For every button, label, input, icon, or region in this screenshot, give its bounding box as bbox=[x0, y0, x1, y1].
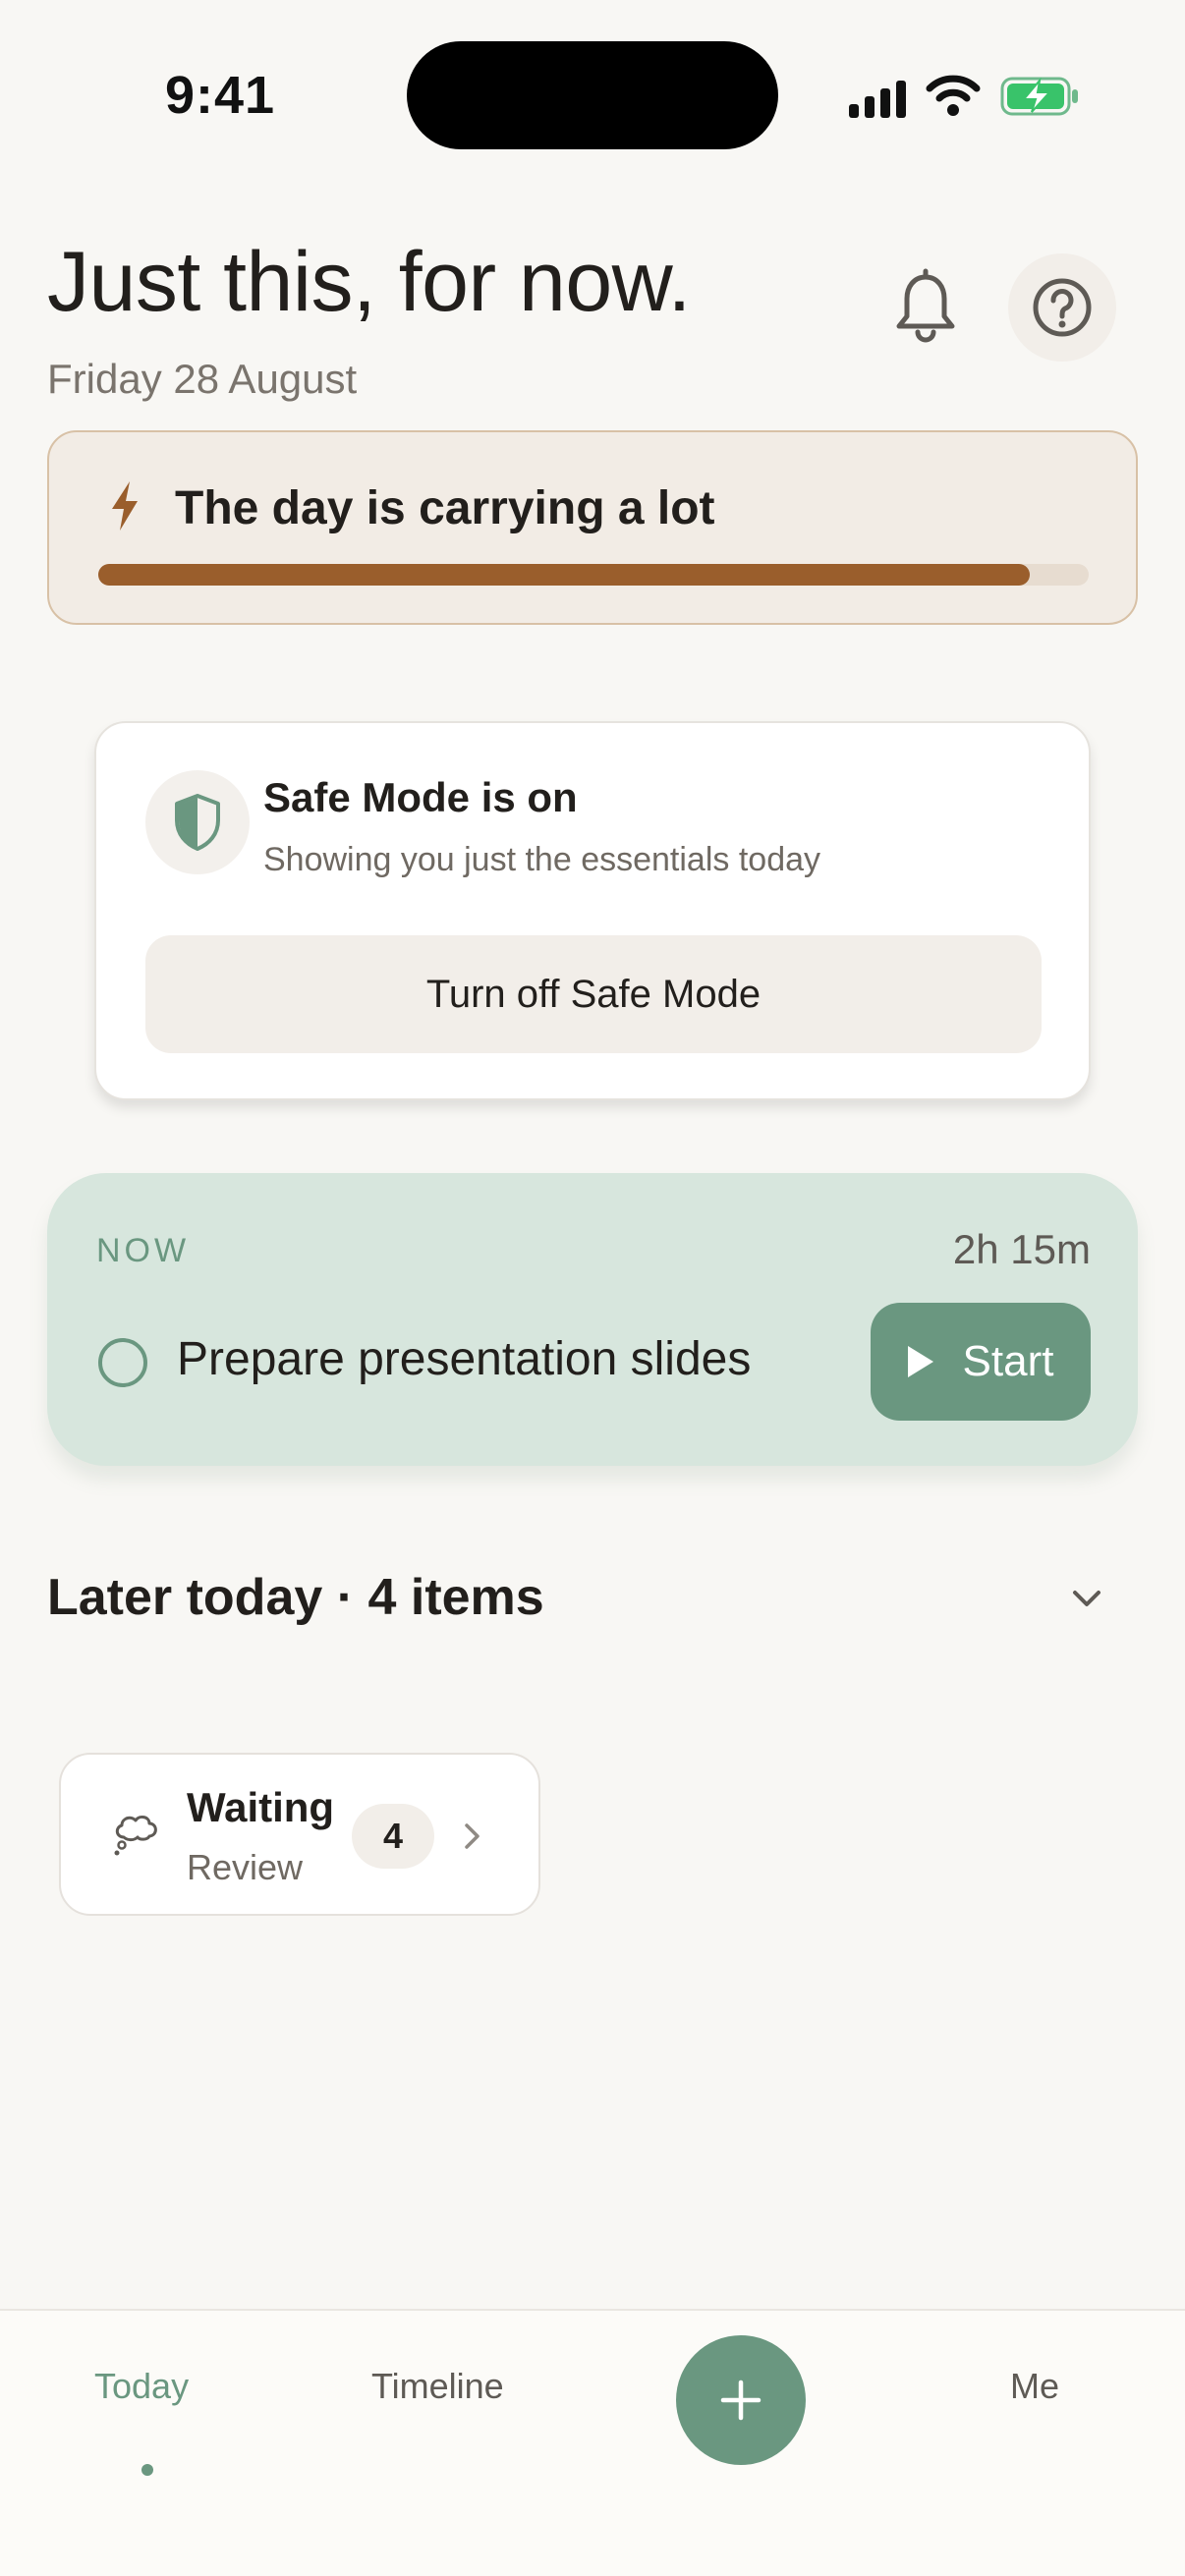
help-icon bbox=[1033, 278, 1092, 337]
date-label: Friday 28 August bbox=[47, 356, 358, 402]
shield-badge bbox=[145, 770, 250, 874]
tab-me[interactable]: Me bbox=[1010, 2366, 1059, 2407]
thought-cloud-icon bbox=[114, 1815, 157, 1856]
bottom-nav: Today Timeline Me bbox=[0, 2311, 1185, 2576]
now-duration: 2h 15m bbox=[952, 1226, 1091, 1272]
page-title: Just this, for now. bbox=[47, 235, 691, 329]
waiting-title: Waiting bbox=[187, 1784, 335, 1830]
help-button[interactable] bbox=[1008, 253, 1116, 362]
add-button[interactable] bbox=[676, 2335, 806, 2465]
active-tab-indicator bbox=[141, 2464, 153, 2476]
wifi-icon bbox=[926, 75, 981, 116]
chevron-down-icon[interactable] bbox=[1071, 1584, 1102, 1613]
waiting-subtitle: Review bbox=[187, 1847, 304, 1887]
safe-mode-card: Safe Mode is on Showing you just the ess… bbox=[94, 721, 1091, 1100]
plus-icon bbox=[720, 2380, 762, 2421]
waiting-count-badge: 4 bbox=[352, 1804, 434, 1869]
safe-mode-subtitle: Showing you just the essentials today bbox=[263, 841, 821, 878]
now-task-title[interactable]: Prepare presentation slides bbox=[177, 1332, 751, 1386]
safe-mode-title: Safe Mode is on bbox=[263, 774, 578, 820]
start-button[interactable]: Start bbox=[871, 1303, 1091, 1421]
load-meter-fill bbox=[98, 564, 1030, 586]
now-label: NOW bbox=[96, 1232, 191, 1269]
status-time: 9:41 bbox=[165, 66, 276, 125]
load-card: The day is carrying a lot bbox=[47, 430, 1138, 625]
bolt-icon bbox=[112, 481, 138, 531]
battery-charging-icon bbox=[1000, 77, 1078, 116]
load-meter bbox=[98, 564, 1089, 586]
start-label: Start bbox=[962, 1337, 1054, 1385]
bell-icon[interactable] bbox=[884, 265, 967, 348]
later-today-header[interactable]: Later today · 4 items bbox=[47, 1568, 544, 1627]
now-card: NOW 2h 15m Prepare presentation slides S… bbox=[47, 1173, 1138, 1466]
task-checkbox[interactable] bbox=[98, 1338, 147, 1387]
turn-off-safe-mode-button[interactable]: Turn off Safe Mode bbox=[145, 935, 1042, 1053]
tab-today[interactable]: Today bbox=[94, 2366, 189, 2407]
signal-icon bbox=[849, 79, 908, 118]
load-title: The day is carrying a lot bbox=[175, 482, 715, 534]
shield-icon bbox=[175, 794, 220, 851]
chevron-right-icon bbox=[465, 1823, 480, 1849]
tab-timeline[interactable]: Timeline bbox=[371, 2366, 504, 2407]
dynamic-island bbox=[407, 41, 778, 149]
play-icon bbox=[907, 1346, 933, 1377]
waiting-card[interactable]: Waiting Review 4 bbox=[59, 1753, 540, 1916]
